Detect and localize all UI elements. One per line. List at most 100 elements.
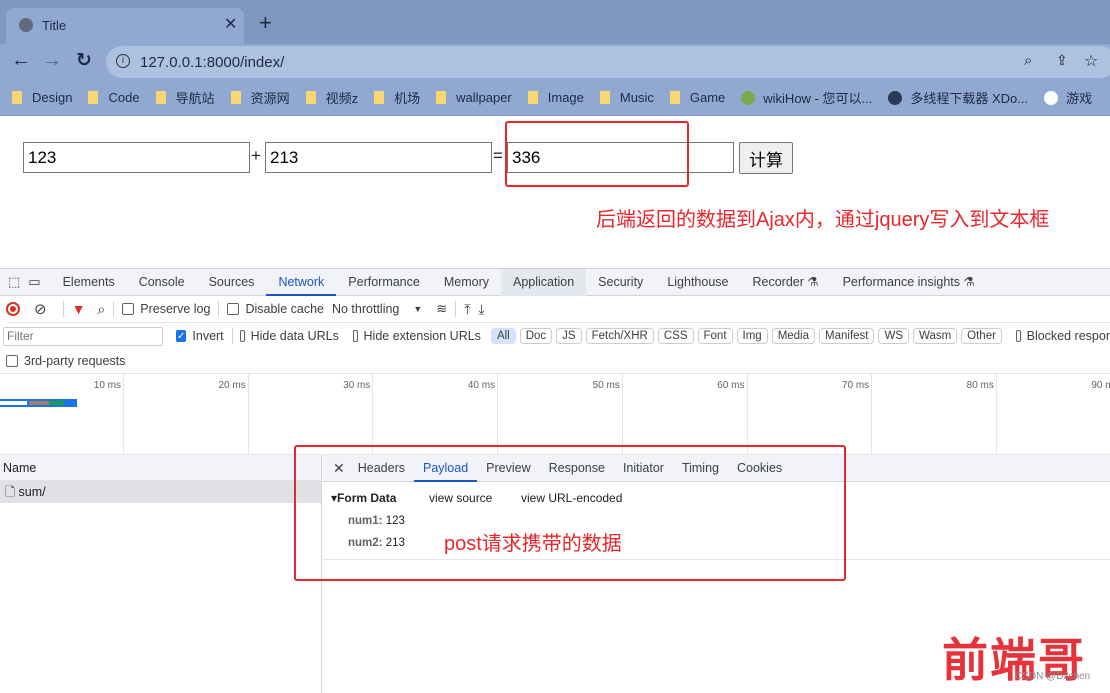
bookmark-item[interactable]: 游戏 xyxy=(1044,88,1092,107)
record-icon[interactable] xyxy=(6,302,20,316)
filter-type-ws[interactable]: WS xyxy=(878,328,910,344)
timeline-tick: 30 ms xyxy=(343,374,374,455)
filter-type-wasm[interactable]: Wasm xyxy=(913,328,958,344)
name-column-header[interactable]: Name xyxy=(0,455,321,481)
folder-icon xyxy=(230,91,241,104)
filter-type-fetch-xhr[interactable]: Fetch/XHR xyxy=(585,328,654,344)
new-tab-icon[interactable]: + xyxy=(259,10,272,36)
folder-icon xyxy=(305,91,316,104)
bookmark-item[interactable]: wallpaper xyxy=(436,90,512,105)
highlight-box xyxy=(505,121,689,187)
dropdown-icon[interactable]: ▼ xyxy=(413,304,422,314)
folder-icon xyxy=(527,91,538,104)
throttling-select[interactable]: No throttling xyxy=(332,302,399,316)
timeline-tick: 80 ms xyxy=(967,374,997,455)
forward-icon[interactable]: → xyxy=(42,49,62,72)
folder-icon xyxy=(155,91,166,104)
blocked-responses-checkbox[interactable] xyxy=(1015,330,1021,342)
bookmark-item[interactable]: Code xyxy=(88,90,140,105)
bookmark-label: Code xyxy=(108,90,140,105)
bookmark-item[interactable]: 导航站 xyxy=(155,88,215,107)
bookmark-item[interactable]: 多线程下载器 XDo... xyxy=(888,88,1028,107)
bookmark-label: wikiHow - 您可以... xyxy=(763,91,873,106)
preserve-log-checkbox[interactable] xyxy=(122,303,135,315)
filter-bar: ✓ Invert Hide data URLs Hide extension UR… xyxy=(3,323,1110,349)
url-text: 127.0.0.1:8000/index/ xyxy=(140,54,285,71)
filter-type-all[interactable]: All xyxy=(490,328,516,344)
bookmarks-bar: Design Code 导航站 资源网 视频z 机场 wallpaper Image Music… xyxy=(0,80,1110,116)
filter-type-font[interactable]: Font xyxy=(697,328,733,344)
devtools-tab-sources[interactable]: Sources xyxy=(197,269,267,296)
filter-type-media[interactable]: Media xyxy=(771,328,816,344)
invert-label: Invert xyxy=(192,329,224,343)
filter-type-doc[interactable]: Doc xyxy=(519,328,553,344)
share-icon[interactable]: ⇪ xyxy=(1056,52,1068,69)
navigation-bar: ← → ↻ i 127.0.0.1:8000/index/ ⌕ ⇪ ☆ xyxy=(0,44,1110,80)
browser-tab[interactable]: Title ✕ xyxy=(6,8,244,44)
network-conditions-icon[interactable]: ≋ xyxy=(436,301,447,317)
back-icon[interactable]: ← xyxy=(11,49,31,72)
devtools-tab-lighthouse[interactable]: Lighthouse xyxy=(655,269,740,296)
num1-input[interactable] xyxy=(23,142,250,173)
close-tab-icon[interactable]: ✕ xyxy=(224,14,237,34)
devtools-tab-memory[interactable]: Memory xyxy=(432,269,501,296)
bookmark-item[interactable]: Design xyxy=(12,90,72,105)
devtools-tab-security[interactable]: Security xyxy=(586,269,655,296)
devtools-tab-application[interactable]: Application xyxy=(501,268,587,296)
address-bar[interactable]: i 127.0.0.1:8000/index/ ⌕ ⇪ ☆ xyxy=(106,46,1110,78)
timeline-overview[interactable]: 10 ms 20 ms 30 ms 40 ms 50 ms 60 ms 70 ms 80 ms… xyxy=(0,373,1110,455)
search-icon[interactable]: ⌕ xyxy=(97,301,105,318)
tab-strip: Title ✕ + xyxy=(0,0,1110,44)
calculate-button[interactable]: 计算 xyxy=(739,142,793,174)
annotation-text: 后端返回的数据到Ajax内，通过jquery写入到文本框 xyxy=(596,209,1050,231)
devtools-tab-network[interactable]: Network xyxy=(266,269,337,296)
folder-icon xyxy=(436,91,447,104)
bookmark-label: wallpaper xyxy=(456,90,512,105)
network-toolbar: ⊘ ▼ ⌕ Preserve log Disable cache No thro… xyxy=(6,296,1110,323)
filter-type-img[interactable]: Img xyxy=(736,328,768,344)
bookmark-label: Design xyxy=(32,90,73,105)
filter-type-css[interactable]: CSS xyxy=(657,328,694,344)
bookmark-item[interactable]: Image xyxy=(527,90,584,105)
device-toolbar-icon[interactable]: ▭ xyxy=(28,274,40,290)
tab-title: Title xyxy=(42,18,67,33)
bookmark-item[interactable]: 视频z xyxy=(305,88,359,107)
num2-input[interactable] xyxy=(265,142,492,173)
bookmark-item[interactable]: wikiHow - 您可以... xyxy=(741,88,872,107)
folder-icon xyxy=(599,91,610,104)
game-site-icon xyxy=(1044,90,1059,105)
hide-extension-urls-checkbox[interactable] xyxy=(352,330,358,342)
devtools-tab-performance-insights[interactable]: Performance insights ⚗ xyxy=(831,269,987,296)
bookmark-label: 资源网 xyxy=(250,91,290,106)
invert-checkbox[interactable]: ✓ xyxy=(176,330,187,342)
filter-type-other[interactable]: Other xyxy=(961,328,1002,344)
request-row[interactable]: 🗋 sum/ xyxy=(0,481,321,503)
disable-cache-checkbox[interactable] xyxy=(227,303,240,315)
timeline-bar xyxy=(0,399,77,407)
bookmark-item[interactable]: 资源网 xyxy=(230,88,290,107)
hide-data-urls-checkbox[interactable] xyxy=(239,330,245,342)
clear-icon[interactable]: ⊘ xyxy=(34,300,47,318)
import-har-icon[interactable]: ⤒ xyxy=(464,301,470,318)
third-party-checkbox[interactable] xyxy=(6,355,18,367)
filter-input[interactable] xyxy=(3,326,163,346)
bookmark-star-icon[interactable]: ☆ xyxy=(1084,51,1098,71)
filter-type-manifest[interactable]: Manifest xyxy=(819,328,875,344)
bookmark-item[interactable]: Music xyxy=(599,90,654,105)
filter-type-js[interactable]: JS xyxy=(556,328,582,344)
devtools-tab-recorder[interactable]: Recorder ⚗ xyxy=(740,269,830,296)
zoom-icon[interactable]: ⌕ xyxy=(1024,52,1032,69)
devtools-tab-elements[interactable]: Elements xyxy=(51,269,127,296)
devtools-tab-console[interactable]: Console xyxy=(127,269,197,296)
bookmark-item[interactable]: Game xyxy=(669,90,725,105)
bookmark-label: 视频z xyxy=(325,91,359,106)
reload-icon[interactable]: ↻ xyxy=(76,49,92,72)
folder-icon xyxy=(88,91,99,104)
timeline-tick: 10 ms xyxy=(94,374,124,455)
bookmark-label: 导航站 xyxy=(175,91,215,106)
filter-icon[interactable]: ▼ xyxy=(72,301,86,317)
bookmark-item[interactable]: 机场 xyxy=(374,88,420,107)
export-har-icon[interactable]: ⤓ xyxy=(478,301,484,318)
inspect-icon[interactable]: ⬚ xyxy=(8,274,20,290)
devtools-tab-performance[interactable]: Performance xyxy=(336,269,432,296)
